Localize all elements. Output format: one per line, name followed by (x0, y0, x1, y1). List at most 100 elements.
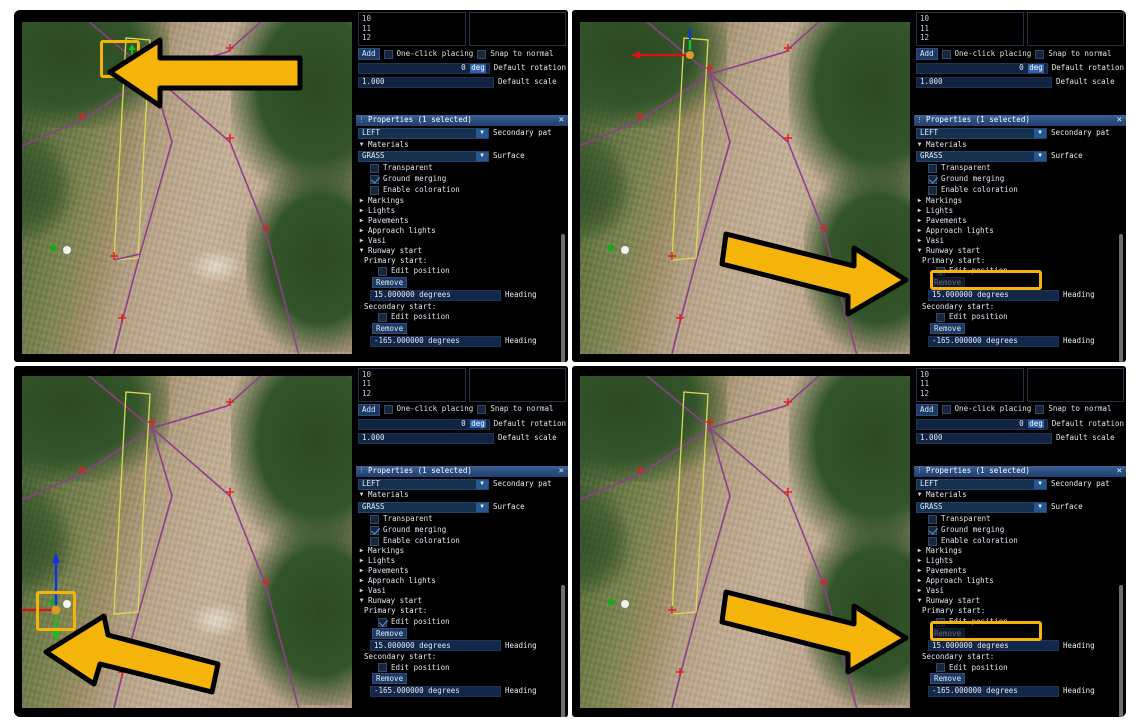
chevron-down-icon[interactable]: ▼ (476, 479, 488, 489)
chevron-right-icon[interactable]: ▶ (358, 588, 365, 595)
snap-to-normal-checkbox[interactable] (477, 49, 487, 59)
secondary-remove-button[interactable]: Remove (930, 322, 966, 334)
primary-remove-button[interactable]: Remove (930, 277, 966, 288)
one-click-placing-checkbox[interactable] (383, 49, 393, 59)
ground-merging-checkbox[interactable] (370, 525, 379, 535)
secondary-pattern-dropdown[interactable]: LEFT ▼ (358, 128, 489, 139)
secondary-remove-button[interactable]: Remove (930, 673, 966, 685)
section-approach-lights[interactable]: ▶ Approach lights (356, 226, 568, 236)
ground-merging-checkbox[interactable] (928, 525, 937, 535)
properties-scrollbar[interactable] (1119, 234, 1123, 362)
secondary-edit-position-checkbox[interactable] (378, 663, 387, 673)
primary-remove-button[interactable]: Remove (372, 627, 408, 639)
list-item[interactable]: 10 (920, 14, 1020, 24)
chevron-down-icon[interactable]: ▼ (1034, 502, 1046, 512)
primary-heading-input[interactable]: 15.000000 degrees (928, 289, 1059, 301)
properties-titlebar[interactable]: ⋮ Properties (1 selected) ✕ (914, 115, 1126, 126)
chevron-down-icon[interactable]: ▼ (476, 502, 488, 512)
chevron-right-icon[interactable]: ▶ (916, 578, 923, 585)
list-item[interactable]: 10 (920, 370, 1020, 380)
default-scale-input[interactable]: 1.000 (916, 77, 1052, 88)
primary-edit-position-checkbox[interactable] (378, 617, 387, 627)
list-item[interactable]: 12 (920, 33, 1020, 43)
chevron-down-icon[interactable]: ▼ (358, 247, 365, 255)
object-list[interactable]: 10 11 12 (916, 12, 1024, 46)
secondary-edit-position-checkbox[interactable] (936, 663, 945, 673)
transparent-checkbox[interactable] (370, 164, 379, 173)
enable-coloration-checkbox[interactable] (370, 186, 379, 195)
chevron-right-icon[interactable]: ▶ (358, 237, 365, 245)
add-button[interactable]: Add (916, 403, 938, 416)
properties-scrollbar[interactable] (561, 234, 565, 362)
primary-heading-input[interactable]: 15.000000 degrees (370, 289, 501, 301)
default-scale-input[interactable]: 1.000 (916, 432, 1052, 444)
surface-dropdown[interactable]: GRASS ▼ (916, 501, 1047, 513)
one-click-placing-checkbox[interactable] (941, 405, 951, 414)
object-list[interactable]: 10 11 12 (358, 12, 466, 46)
enable-coloration-checkbox[interactable] (928, 536, 937, 546)
chevron-right-icon[interactable]: ▶ (916, 237, 923, 245)
chevron-down-icon[interactable]: ▼ (358, 141, 365, 149)
section-pavements[interactable]: ▶ Pavements (356, 216, 568, 226)
chevron-down-icon[interactable]: ▼ (916, 141, 923, 149)
section-lights[interactable]: ▶ Lights (356, 206, 568, 216)
add-button[interactable]: Add (358, 48, 380, 60)
chevron-right-icon[interactable]: ▶ (358, 197, 365, 205)
close-icon[interactable]: ✕ (557, 466, 566, 476)
section-runway-start[interactable]: ▼ Runway start (356, 246, 568, 256)
section-vasi[interactable]: ▶ Vasi (356, 236, 568, 246)
section-pavements[interactable]: ▶ Pavements (914, 216, 1126, 226)
section-approach-lights[interactable]: ▶ Approach lights (914, 577, 1126, 587)
section-pavements[interactable]: ▶ Pavements (914, 567, 1126, 577)
section-markings[interactable]: ▶ Markings (356, 547, 568, 557)
primary-remove-button[interactable]: Remove (930, 627, 966, 639)
section-runway-start[interactable]: ▼ Runway start (914, 597, 1126, 607)
surface-dropdown[interactable]: GRASS ▼ (358, 501, 489, 513)
section-approach-lights[interactable]: ▶ Approach lights (914, 226, 1126, 236)
properties-scrollbar[interactable] (561, 584, 565, 717)
chevron-down-icon[interactable]: ▼ (1034, 129, 1046, 138)
chevron-right-icon[interactable]: ▶ (916, 227, 923, 235)
surface-dropdown[interactable]: GRASS ▼ (358, 151, 489, 162)
list-item[interactable]: 11 (362, 379, 462, 389)
default-scale-input[interactable]: 1.000 (358, 77, 494, 88)
chevron-down-icon[interactable]: ▼ (358, 492, 365, 499)
section-lights[interactable]: ▶ Lights (914, 206, 1126, 216)
chevron-right-icon[interactable]: ▶ (916, 217, 923, 225)
list-item[interactable]: 10 (362, 14, 462, 24)
section-markings[interactable]: ▶ Markings (356, 196, 568, 206)
secondary-heading-input[interactable]: -165.000000 degrees (370, 335, 501, 347)
primary-edit-position-checkbox[interactable] (378, 267, 387, 276)
close-icon[interactable]: ✕ (1115, 466, 1124, 476)
chevron-down-icon[interactable]: ▼ (916, 598, 923, 605)
default-scale-input[interactable]: 1.000 (358, 432, 494, 444)
section-vasi[interactable]: ▶ Vasi (914, 587, 1126, 597)
default-rotation-input[interactable]: 0 deg (916, 418, 1048, 430)
preview-list[interactable] (469, 367, 566, 402)
close-icon[interactable]: ✕ (557, 116, 566, 125)
chevron-right-icon[interactable]: ▶ (916, 568, 923, 575)
list-item[interactable]: 10 (362, 370, 462, 380)
surface-dropdown[interactable]: GRASS ▼ (916, 151, 1047, 162)
preview-list[interactable] (469, 12, 566, 46)
section-markings[interactable]: ▶ Markings (914, 196, 1126, 206)
snap-to-normal-checkbox[interactable] (477, 405, 487, 414)
section-markings[interactable]: ▶ Markings (914, 547, 1126, 557)
chevron-right-icon[interactable]: ▶ (916, 207, 923, 215)
chevron-right-icon[interactable]: ▶ (916, 558, 923, 565)
snap-to-normal-checkbox[interactable] (1035, 49, 1045, 59)
secondary-pattern-dropdown[interactable]: LEFT ▼ (916, 128, 1047, 139)
aerial-map-view-1[interactable] (22, 22, 352, 354)
aerial-map-view-2[interactable] (580, 22, 910, 354)
object-list[interactable]: 10 11 12 (916, 367, 1024, 402)
secondary-edit-position-checkbox[interactable] (378, 312, 387, 322)
primary-heading-input[interactable]: 15.000000 degrees (928, 640, 1059, 652)
transparent-checkbox[interactable] (928, 164, 937, 173)
chevron-right-icon[interactable]: ▶ (358, 217, 365, 225)
primary-edit-position-checkbox[interactable] (936, 617, 945, 627)
secondary-pattern-dropdown[interactable]: LEFT ▼ (358, 478, 489, 490)
section-materials[interactable]: ▼ Materials (914, 140, 1126, 150)
properties-titlebar[interactable]: ⋮ Properties (1 selected) ✕ (914, 465, 1126, 477)
enable-coloration-checkbox[interactable] (928, 186, 937, 195)
one-click-placing-checkbox[interactable] (941, 49, 951, 59)
